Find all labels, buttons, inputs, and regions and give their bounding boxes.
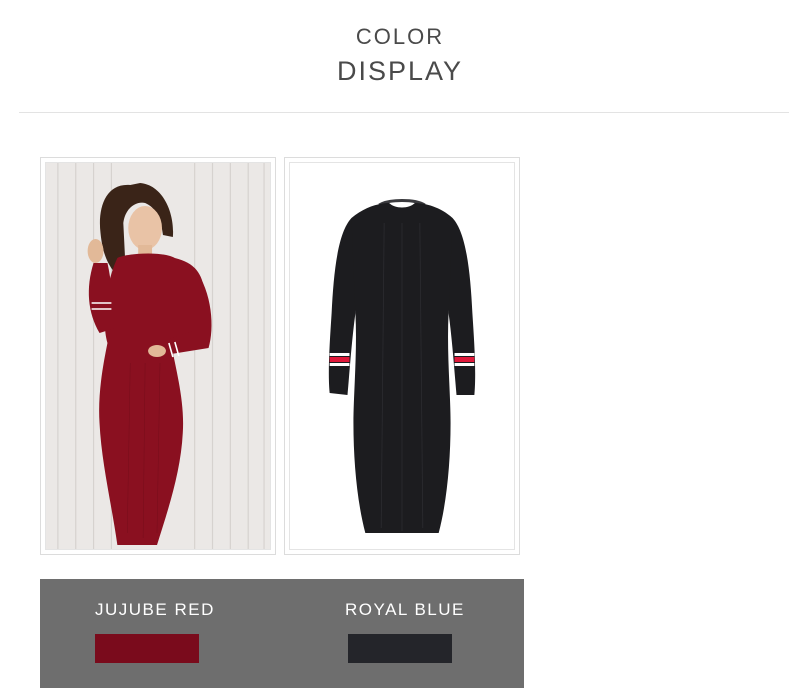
swatch-jujube-red[interactable] — [95, 634, 199, 663]
color-swatch-panel: JUJUBE RED ROYAL BLUE — [40, 579, 524, 688]
black-dress-illustration — [328, 199, 476, 533]
section-title-color: COLOR — [355, 24, 445, 49]
header-divider — [19, 112, 789, 113]
swatch-label-royal-blue: ROYAL BLUE — [345, 600, 465, 619]
section-title-display: DISPLAY — [336, 56, 464, 86]
product-card-jujube-red[interactable] — [40, 157, 276, 555]
red-dress-illustration — [46, 163, 270, 549]
swatch-royal-blue[interactable] — [348, 634, 452, 663]
swatch-label-jujube-red: JUJUBE RED — [95, 600, 215, 619]
product-photo-black-dress — [289, 162, 515, 550]
product-card-royal-blue[interactable] — [284, 157, 520, 555]
model-photo-red-dress — [45, 162, 271, 550]
